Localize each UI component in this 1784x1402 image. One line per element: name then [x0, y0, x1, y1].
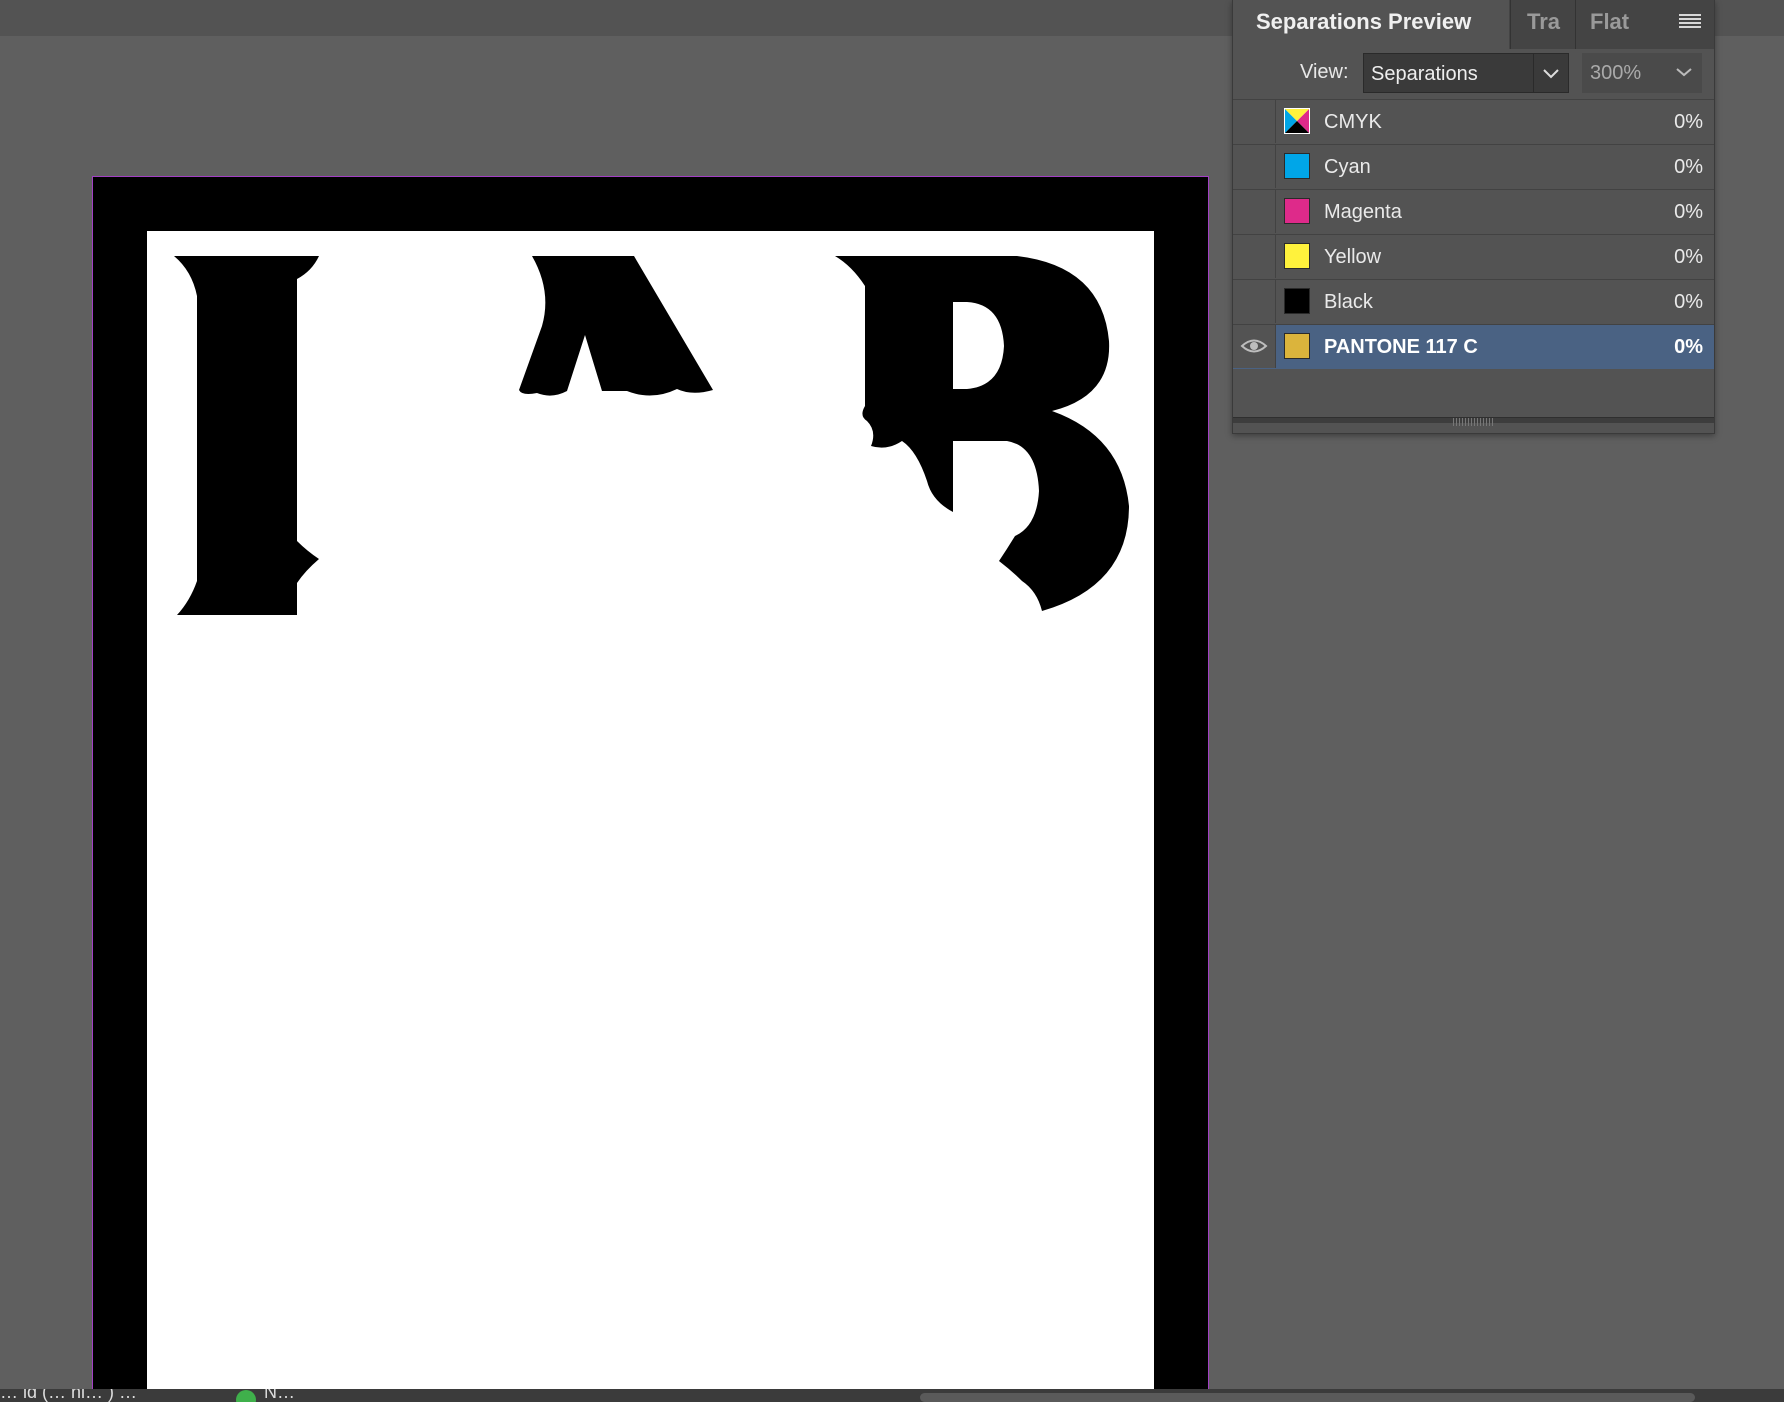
- black-swatch-icon: [1284, 288, 1310, 314]
- yellow-swatch-icon: [1284, 243, 1310, 269]
- document-page-bleed-frame[interactable]: [92, 176, 1209, 1402]
- eye-icon: [1240, 339, 1268, 353]
- letter-b-shape: [835, 256, 1129, 611]
- visibility-toggle[interactable]: [1233, 280, 1276, 323]
- status-bar: … id (… hi… ) … N…: [0, 1389, 1784, 1402]
- separation-row-cyan[interactable]: Cyan 0%: [1233, 144, 1714, 189]
- cyan-swatch-icon: [1284, 153, 1310, 179]
- horizontal-scrollbar[interactable]: [920, 1393, 1695, 1402]
- status-text: … id (… hi… ) …: [0, 1389, 138, 1402]
- document-page[interactable]: [147, 231, 1154, 1402]
- tab-separations-preview[interactable]: Separations Preview: [1233, 0, 1509, 49]
- separation-name: Cyan: [1324, 156, 1371, 178]
- letter-a-shape: [519, 256, 713, 396]
- separation-artwork: [174, 256, 1129, 615]
- chevron-down-icon: [1676, 68, 1692, 77]
- zoom-value: 300%: [1590, 62, 1642, 84]
- separation-value: 0%: [1674, 111, 1703, 133]
- visibility-toggle[interactable]: [1233, 325, 1276, 368]
- view-dropdown[interactable]: Separations: [1363, 53, 1569, 93]
- separation-row-cmyk[interactable]: CMYK 0%: [1233, 99, 1714, 144]
- separation-value: 0%: [1674, 291, 1703, 313]
- separations-preview-panel: Separations Preview Tra Flat View: Separ…: [1232, 0, 1715, 434]
- magenta-swatch-icon: [1284, 198, 1310, 224]
- separation-value: 0%: [1674, 336, 1703, 358]
- separation-row-magenta[interactable]: Magenta 0%: [1233, 189, 1714, 234]
- panel-tab-bar: Separations Preview Tra Flat: [1233, 0, 1714, 49]
- visibility-toggle[interactable]: [1233, 145, 1276, 188]
- panel-menu-icon[interactable]: [1679, 14, 1701, 30]
- preflight-ok-icon[interactable]: [236, 1390, 256, 1402]
- visibility-toggle[interactable]: [1233, 100, 1276, 143]
- separation-value: 0%: [1674, 156, 1703, 178]
- preflight-status-text: N…: [264, 1389, 295, 1402]
- letter-i-shape: [174, 256, 319, 615]
- separation-row-pantone-117-c[interactable]: PANTONE 117 C 0%: [1233, 324, 1714, 369]
- separation-value: 0%: [1674, 201, 1703, 223]
- separation-name: Yellow: [1324, 246, 1382, 268]
- separations-list: CMYK 0% Cyan 0% Magenta 0% Yellow 0% Bla…: [1233, 99, 1714, 369]
- pantone-swatch-icon: [1284, 333, 1310, 359]
- separation-row-yellow[interactable]: Yellow 0%: [1233, 234, 1714, 279]
- view-dropdown-value: Separations: [1371, 63, 1478, 85]
- cmyk-swatch-icon: [1284, 108, 1310, 134]
- separation-row-black[interactable]: Black 0%: [1233, 279, 1714, 324]
- separation-name: Black: [1324, 291, 1373, 313]
- resize-grip-icon[interactable]: [1453, 418, 1493, 426]
- view-label: View:: [1300, 61, 1349, 83]
- tab-transparency[interactable]: Tra: [1510, 0, 1574, 49]
- chevron-down-icon[interactable]: [1533, 54, 1568, 92]
- visibility-toggle[interactable]: [1233, 235, 1276, 278]
- zoom-dropdown[interactable]: 300%: [1582, 53, 1702, 93]
- separation-name: CMYK: [1324, 111, 1382, 133]
- tab-flattener[interactable]: Flat: [1575, 0, 1643, 49]
- visibility-toggle[interactable]: [1233, 190, 1276, 233]
- separation-value: 0%: [1674, 246, 1703, 268]
- separation-name: Magenta: [1324, 201, 1402, 223]
- view-row: View: Separations 300%: [1233, 49, 1714, 99]
- separation-name: PANTONE 117 C: [1324, 336, 1478, 358]
